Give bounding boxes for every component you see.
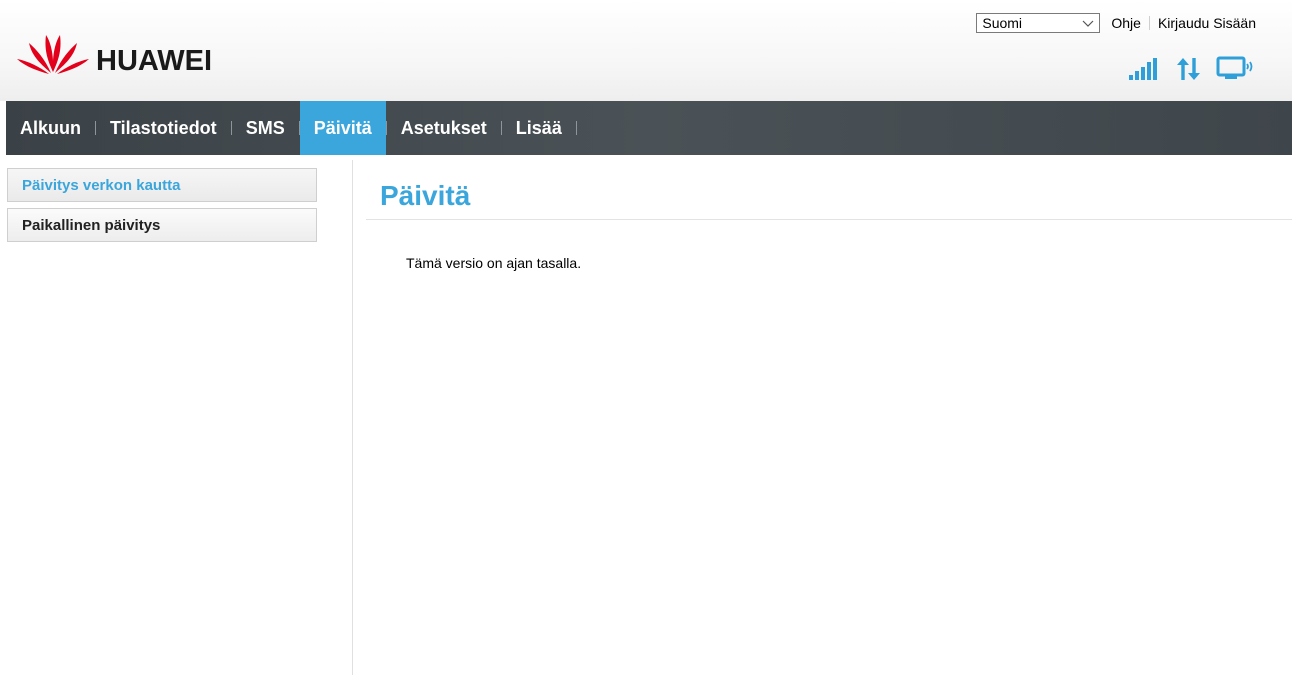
update-status-text: Tämä versio on ajan tasalla. [406, 255, 582, 271]
status-icons [1128, 55, 1256, 81]
header: HUAWEI Suomi Ohje Kirjaudu Sisään [0, 0, 1292, 101]
chevron-down-icon [1082, 20, 1094, 27]
nav-separator [575, 101, 577, 155]
main-nav: Alkuun Tilastotiedot SMS Päivitä Asetuks… [6, 101, 1292, 155]
sidebar-item-local-update[interactable]: Paikallinen päivitys [7, 208, 317, 242]
nav-item-lisaa[interactable]: Lisää [502, 101, 576, 155]
nav-item-sms[interactable]: SMS [232, 101, 299, 155]
sidebar-item-online-update[interactable]: Päivitys verkon kautta [7, 168, 317, 202]
sidebar: Päivitys verkon kautta Paikallinen päivi… [7, 168, 317, 248]
top-link-separator [1148, 16, 1150, 30]
language-selected: Suomi [982, 15, 1023, 31]
title-underline [366, 219, 1292, 220]
data-transfer-icon [1177, 58, 1200, 80]
nav-item-alkuun[interactable]: Alkuun [6, 101, 95, 155]
login-link[interactable]: Kirjaudu Sisään [1156, 15, 1258, 31]
wifi-device-icon [1216, 56, 1253, 79]
help-link[interactable]: Ohje [1109, 15, 1143, 31]
huawei-logo[interactable]: HUAWEI [12, 23, 252, 79]
signal-strength-icon [1129, 58, 1157, 80]
content-divider [352, 160, 353, 675]
language-select[interactable]: Suomi [976, 13, 1101, 33]
nav-item-paivita[interactable]: Päivitä [299, 101, 386, 155]
brand-name: HUAWEI [96, 45, 212, 77]
huawei-flower-logo-icon: HUAWEI [17, 35, 212, 77]
top-links: Suomi Ohje Kirjaudu Sisään [976, 11, 1258, 35]
page-title: Päivitä [380, 180, 471, 211]
nav-item-asetukset[interactable]: Asetukset [387, 101, 501, 155]
nav-item-tilastotiedot[interactable]: Tilastotiedot [96, 101, 231, 155]
